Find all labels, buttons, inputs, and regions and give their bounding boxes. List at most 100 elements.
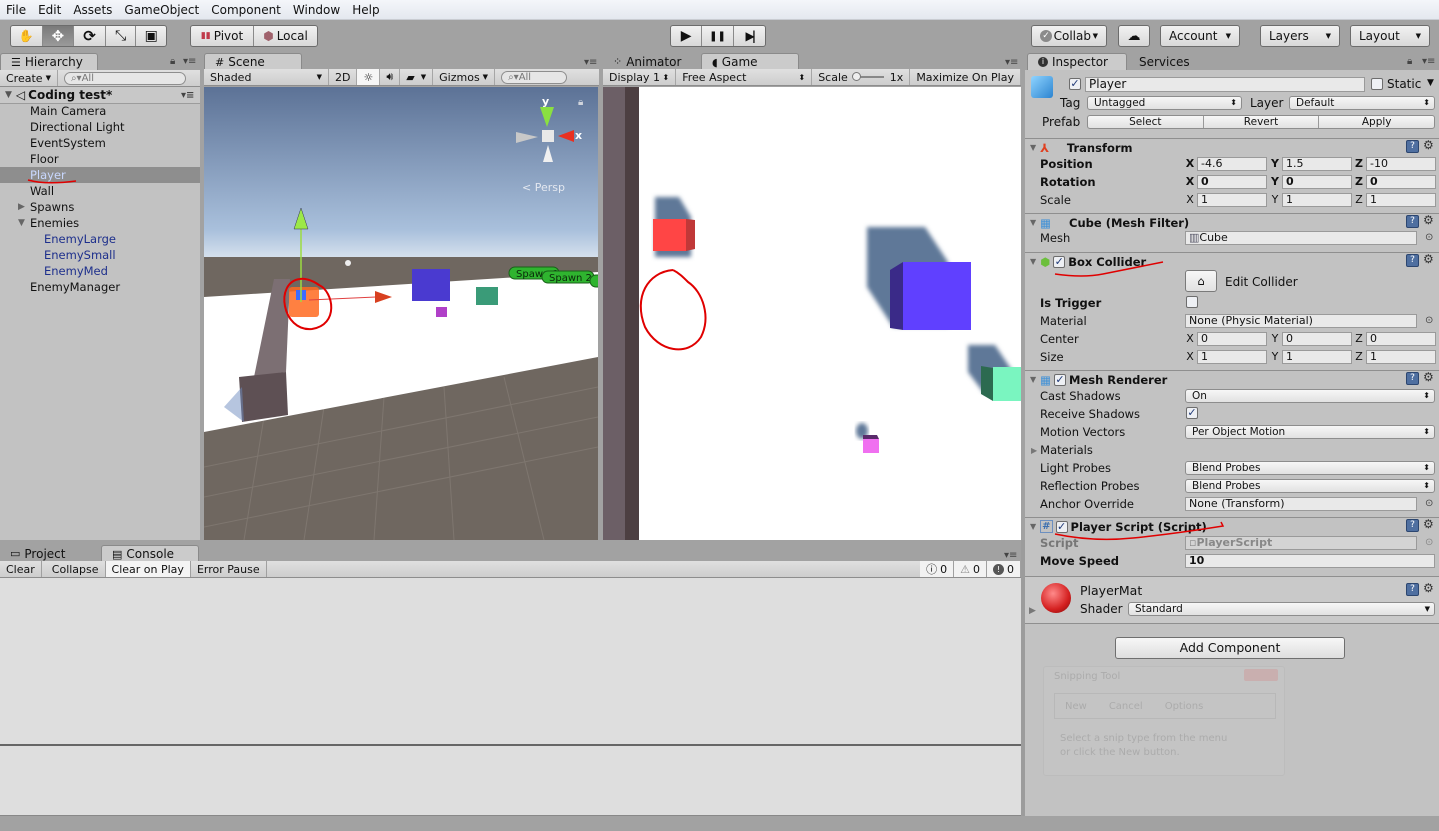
hierarchy-item-floor[interactable]: Floor [0,151,200,167]
help-icon[interactable]: ? [1406,254,1419,267]
menu-edit[interactable]: Edit [32,0,67,20]
mesh-filter-header[interactable]: ▼ ▦ Cube (Mesh Filter) [1025,213,1439,231]
size-x-input[interactable]: 1 [1197,350,1267,364]
display-dropdown[interactable]: Display 1 ⬍ [603,69,677,85]
foldout-arrow-icon[interactable]: ▼ [1030,257,1036,266]
tab-hierarchy[interactable]: ☰ Hierarchy [0,53,98,70]
physic-material-field[interactable]: None (Physic Material) [1185,314,1417,328]
expand-arrow-icon[interactable]: ▶ [18,199,25,215]
warning-filter-toggle[interactable]: ⚠ 0 [954,561,987,577]
scene-menu-icon[interactable]: ▾≡ [181,90,194,101]
tab-inspector[interactable]: i Inspector [1027,53,1127,70]
lighting-toggle[interactable]: ☼ [357,69,381,85]
scene-root-row[interactable]: ▼ ◁ Coding test* ▾≡ [0,87,200,104]
effects-toggle[interactable]: ▰ ▼ [400,69,434,85]
tab-console[interactable]: ▤ Console [101,545,199,562]
gear-icon[interactable]: ⚙ [1423,252,1434,266]
cloud-button[interactable]: ☁ [1118,25,1150,47]
foldout-arrow-icon[interactable]: ▼ [1030,375,1036,384]
rect-tool-button[interactable]: ▣ [136,26,166,46]
tab-project[interactable]: ▭ Project [0,545,98,562]
local-button[interactable]: ⬢ Local [254,26,317,46]
lock-icon[interactable]: 🔒︎ [1407,56,1412,67]
foldout-arrow-icon[interactable]: ▼ [1030,522,1036,531]
foldout-arrow-icon[interactable]: ▼ [1030,218,1036,227]
hierarchy-item-enemysmall[interactable]: EnemySmall [0,247,200,263]
edit-collider-button[interactable]: ⌂ [1185,270,1217,292]
tab-game[interactable]: ◖ Game [701,53,799,70]
create-dropdown[interactable]: Create ▼ [0,70,58,86]
layer-dropdown[interactable]: Default ⬍ [1289,96,1435,110]
size-y-input[interactable]: 1 [1282,350,1352,364]
position-y-input[interactable]: 1.5 [1282,157,1352,171]
panel-splitter[interactable] [1021,540,1025,816]
step-button[interactable]: ▶| [734,26,765,46]
hierarchy-search-input[interactable]: ⌕▾ All [63,71,186,85]
hierarchy-item-main-camera[interactable]: Main Camera [0,103,200,119]
hierarchy-item-directional-light[interactable]: Directional Light [0,119,200,135]
rotation-y-input[interactable]: 0 [1282,175,1352,189]
anchor-override-field[interactable]: None (Transform) [1185,497,1417,511]
center-z-input[interactable]: 0 [1366,332,1436,346]
layout-dropdown[interactable]: Layout ▼ [1350,25,1430,47]
hierarchy-item-enemymanager[interactable]: EnemyManager [0,279,200,295]
console-collapse-button[interactable]: Collapse [46,561,106,577]
panel-menu-icon[interactable]: ▾≡ [1422,56,1435,67]
motion-vectors-dropdown[interactable]: Per Object Motion ⬍ [1185,425,1435,439]
console-detail-area[interactable] [0,746,1021,816]
info-filter-toggle[interactable]: ⓘ 0 [920,561,955,577]
object-picker-icon[interactable]: ⊙ [1425,232,1433,243]
panel-menu-icon[interactable]: ▾≡ [183,56,196,67]
error-filter-toggle[interactable]: ! 0 [987,561,1021,577]
gear-icon[interactable]: ⚙ [1423,581,1434,595]
center-y-input[interactable]: 0 [1282,332,1352,346]
scene-lock-icon[interactable]: 🔒︎ [578,97,583,108]
lock-icon[interactable]: 🔒︎ [170,56,175,67]
scale-y-input[interactable]: 1 [1282,193,1352,207]
gear-icon[interactable]: ⚙ [1423,370,1434,384]
object-name-input[interactable]: Player [1085,77,1365,92]
tab-scene[interactable]: # Scene [204,53,302,70]
is-trigger-checkbox[interactable] [1186,296,1198,308]
cast-shadows-dropdown[interactable]: On ⬍ [1185,389,1435,403]
static-dropdown-icon[interactable]: ▼ [1427,78,1434,88]
console-clear-button[interactable]: Clear [0,561,42,577]
material-expand-arrow-icon[interactable]: ▶ [1029,606,1036,616]
gear-icon[interactable]: ⚙ [1423,138,1434,152]
light-probes-dropdown[interactable]: Blend Probes ⬍ [1185,461,1435,475]
help-icon[interactable]: ? [1406,140,1419,153]
shading-mode-dropdown[interactable]: Shaded ▼ [204,69,329,85]
console-log-list[interactable] [0,578,1021,746]
prefab-revert-button[interactable]: Revert [1204,116,1320,128]
collapse-arrow-icon[interactable]: ▼ [18,215,25,231]
expand-arrow-icon[interactable]: ▶ [1031,446,1037,455]
play-button[interactable]: ▶ [671,26,703,46]
hierarchy-item-enemymed[interactable]: EnemyMed [0,263,200,279]
help-icon[interactable]: ? [1406,519,1419,532]
prefab-apply-button[interactable]: Apply [1319,116,1434,128]
scale-tool-button[interactable]: ⤡ [106,26,137,46]
panel-menu-icon[interactable]: ▾≡ [1005,57,1018,68]
scene-viewport[interactable]: Spawn 1 Spawn 2 y x 🔒︎ < Persp [204,87,598,540]
scale-x-input[interactable]: 1 [1197,193,1267,207]
console-error-pause-toggle[interactable]: Error Pause [191,561,267,577]
panel-menu-icon[interactable]: ▾≡ [1004,550,1017,561]
pivot-button[interactable]: ▮▮ Pivot [191,26,255,46]
menu-help[interactable]: Help [346,0,385,20]
help-icon[interactable]: ? [1406,215,1419,228]
transform-header[interactable]: ▼ ⅄ Transform [1025,138,1439,156]
move-tool-button[interactable]: ✥ [42,26,75,46]
hand-tool-button[interactable]: ✋ [11,26,43,46]
mesh-renderer-header[interactable]: ▼ ▦ ✓ Mesh Renderer [1025,370,1439,388]
menu-gameobject[interactable]: GameObject [118,0,205,20]
tag-dropdown[interactable]: Untagged ⬍ [1087,96,1242,110]
static-checkbox[interactable] [1371,78,1383,90]
foldout-arrow-icon[interactable]: ▼ [1030,143,1036,152]
gear-icon[interactable]: ⚙ [1423,213,1434,227]
move-speed-input[interactable]: 10 [1185,554,1435,568]
position-x-input[interactable]: -4.6 [1197,157,1267,171]
hierarchy-item-enemies[interactable]: ▼ Enemies [0,215,200,231]
prefab-select-button[interactable]: Select [1088,116,1204,128]
gizmos-dropdown[interactable]: Gizmos ▼ [433,69,496,85]
receive-shadows-checkbox[interactable]: ✓ [1186,407,1198,419]
